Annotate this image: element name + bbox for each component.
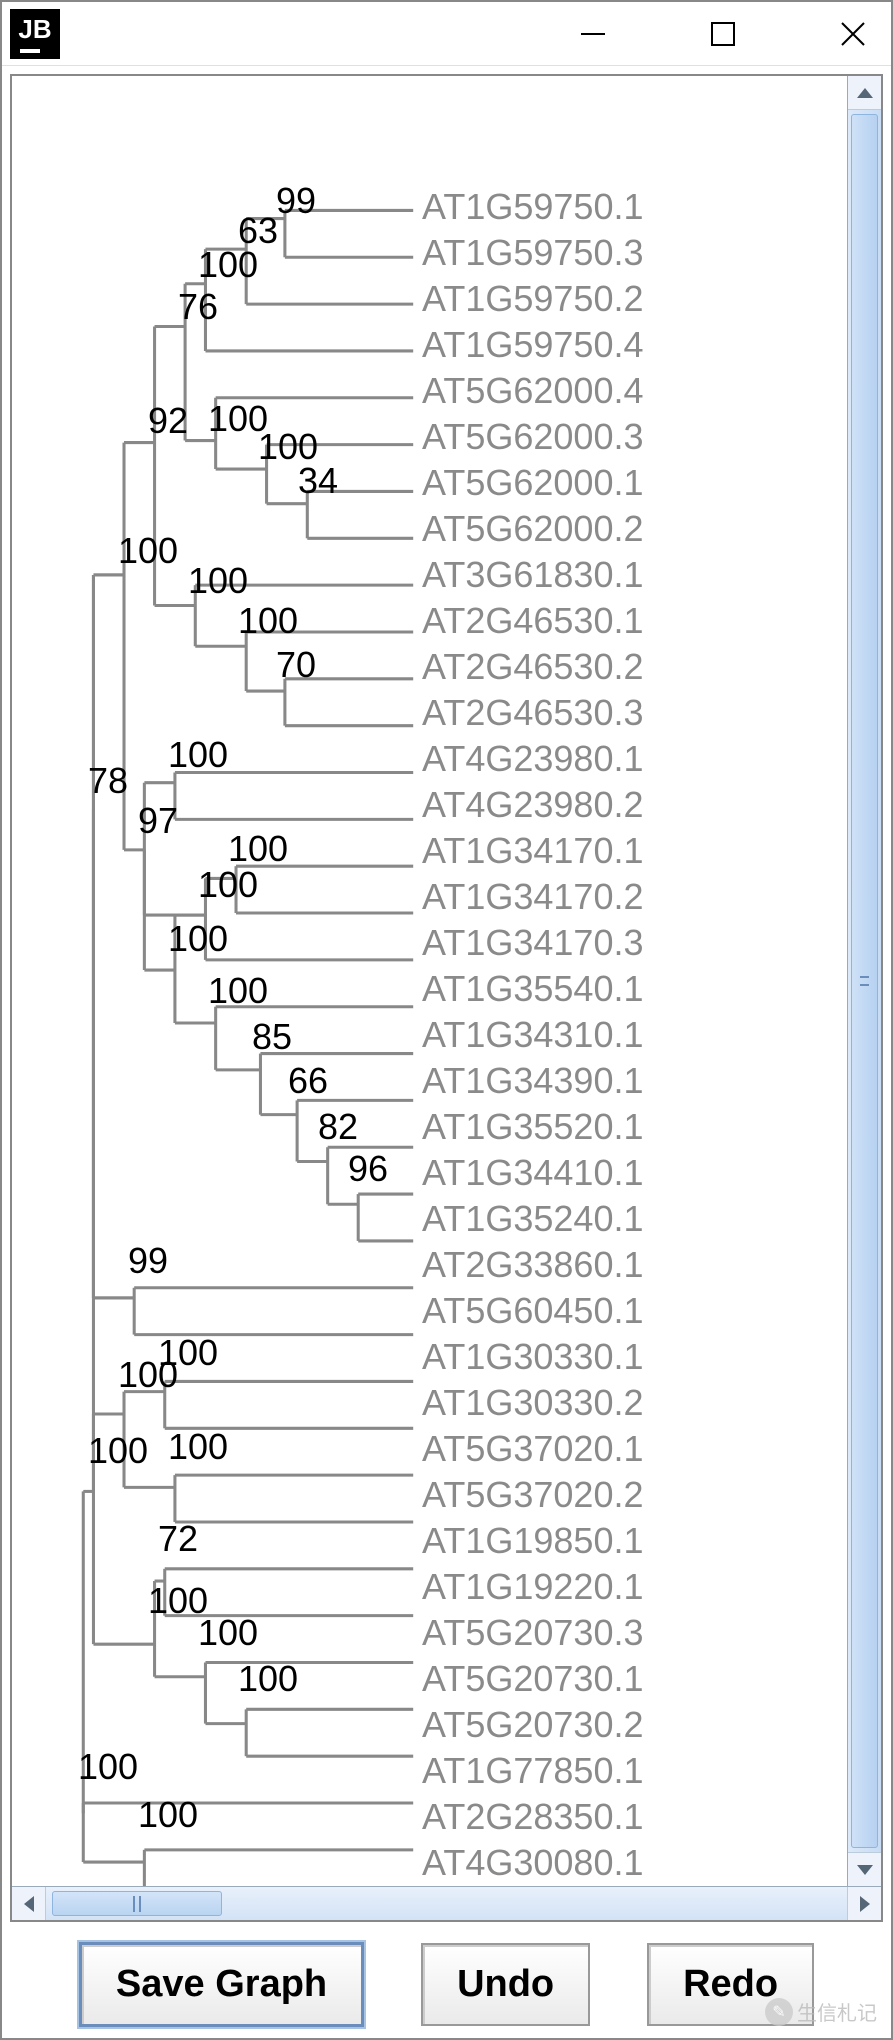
node-support-label: 82 [318,1106,358,1148]
node-support-label: 100 [168,1426,228,1468]
scroll-down-arrow[interactable] [848,1852,881,1886]
leaf-label: AT2G33860.1 [422,1244,643,1286]
watermark-text: 生信札记 [797,1997,877,2026]
leaf-label: AT5G20730.3 [422,1612,643,1654]
leaf-label: AT1G34310.1 [422,1014,643,1056]
node-support-label: 100 [88,1430,148,1472]
scroll-viewport: AT1G59750.1AT1G59750.3AT1G59750.2AT1G597… [12,76,881,1886]
app-icon: JB [10,9,60,59]
node-support-label: 85 [252,1016,292,1058]
window-controls [573,14,873,54]
node-support-label: 96 [348,1148,388,1190]
leaf-label: AT3G61830.1 [422,554,643,596]
leaf-label: AT5G20730.2 [422,1704,643,1746]
leaf-label: AT1G30330.1 [422,1336,643,1378]
leaf-label: AT1G30330.2 [422,1382,643,1424]
node-support-label: 76 [178,286,218,328]
leaf-label: AT4G23980.1 [422,738,643,780]
leaf-label: AT1G59750.2 [422,278,643,320]
leaf-label: AT5G60450.1 [422,1290,643,1332]
node-support-label: 100 [118,530,178,572]
node-support-label: 100 [168,918,228,960]
leaf-label: AT4G30080.1 [422,1842,643,1884]
leaf-label: AT1G59750.3 [422,232,643,274]
leaf-label: AT1G34390.1 [422,1060,643,1102]
vertical-scrollbar[interactable] [847,76,881,1886]
horizontal-scrollbar[interactable] [12,1886,881,1920]
minimize-button[interactable] [573,14,613,54]
undo-button[interactable]: Undo [421,1943,590,2026]
node-support-label: 100 [198,244,258,286]
horizontal-scroll-track[interactable] [46,1887,847,1920]
leaf-label: AT5G37020.2 [422,1474,643,1516]
leaf-label: AT2G28350.1 [422,1796,643,1838]
leaf-label: AT1G59750.1 [422,186,643,228]
node-support-label: 100 [198,864,258,906]
node-support-label: 70 [276,644,316,686]
scroll-left-arrow[interactable] [12,1887,46,1920]
content-area: AT1G59750.1AT1G59750.3AT1G59750.2AT1G597… [10,74,883,1922]
leaf-label: AT2G46530.3 [422,692,643,734]
leaf-label: AT1G34410.1 [422,1152,643,1194]
node-support-label: 100 [138,1794,198,1836]
leaf-label: AT5G20730.1 [422,1658,643,1700]
node-support-label: 97 [138,800,178,842]
watermark: ✎ 生信札记 [765,1997,877,2026]
leaf-label: AT2G46530.2 [422,646,643,688]
maximize-button[interactable] [703,14,743,54]
leaf-label: AT2G46530.1 [422,600,643,642]
app-window: JB AT1G59750.1AT1G59750.3AT1G59750.2AT1G… [0,0,893,2040]
node-support-label: 78 [88,760,128,802]
leaf-label: AT5G62000.4 [422,370,643,412]
node-support-label: 100 [168,734,228,776]
leaf-label: AT1G34170.3 [422,922,643,964]
close-button[interactable] [833,14,873,54]
save-graph-button[interactable]: Save Graph [79,1942,364,2027]
node-support-label: 92 [148,400,188,442]
leaf-label: AT1G34170.2 [422,876,643,918]
tree-canvas[interactable]: AT1G59750.1AT1G59750.3AT1G59750.2AT1G597… [12,76,847,1886]
watermark-icon: ✎ [765,1998,793,2026]
node-support-label: 100 [238,600,298,642]
node-support-label: 99 [276,180,316,222]
node-support-label: 99 [128,1240,168,1282]
node-support-label: 100 [208,970,268,1012]
node-support-label: 100 [78,1746,138,1788]
node-support-label: 100 [148,1580,208,1622]
leaf-label: AT1G34170.1 [422,830,643,872]
node-support-label: 100 [118,1354,178,1396]
leaf-label: AT5G62000.2 [422,508,643,550]
node-support-label: 100 [208,398,268,440]
vertical-scroll-thumb[interactable] [851,114,878,1848]
leaf-label: AT1G77850.1 [422,1750,643,1792]
leaf-label: AT1G35520.1 [422,1106,643,1148]
scroll-right-arrow[interactable] [847,1887,881,1920]
node-support-label: 100 [188,560,248,602]
leaf-label: AT1G19850.1 [422,1520,643,1562]
leaf-label: AT5G62000.1 [422,462,643,504]
leaf-label: AT4G23980.2 [422,784,643,826]
node-support-label: 72 [158,1518,198,1560]
leaf-label: AT1G35540.1 [422,968,643,1010]
leaf-label: AT1G59750.4 [422,324,643,366]
horizontal-scroll-thumb[interactable] [52,1891,222,1916]
scroll-up-arrow[interactable] [848,76,881,110]
node-support-label: 100 [238,1658,298,1700]
leaf-label: AT5G62000.3 [422,416,643,458]
vertical-scroll-track[interactable] [848,110,881,1852]
leaf-label: AT5G37020.1 [422,1428,643,1470]
leaf-label: AT1G35240.1 [422,1198,643,1240]
leaf-label: AT1G19220.1 [422,1566,643,1608]
node-support-label: 66 [288,1060,328,1102]
titlebar: JB [2,2,891,66]
button-bar: Save Graph Undo Redo [2,1930,891,2038]
